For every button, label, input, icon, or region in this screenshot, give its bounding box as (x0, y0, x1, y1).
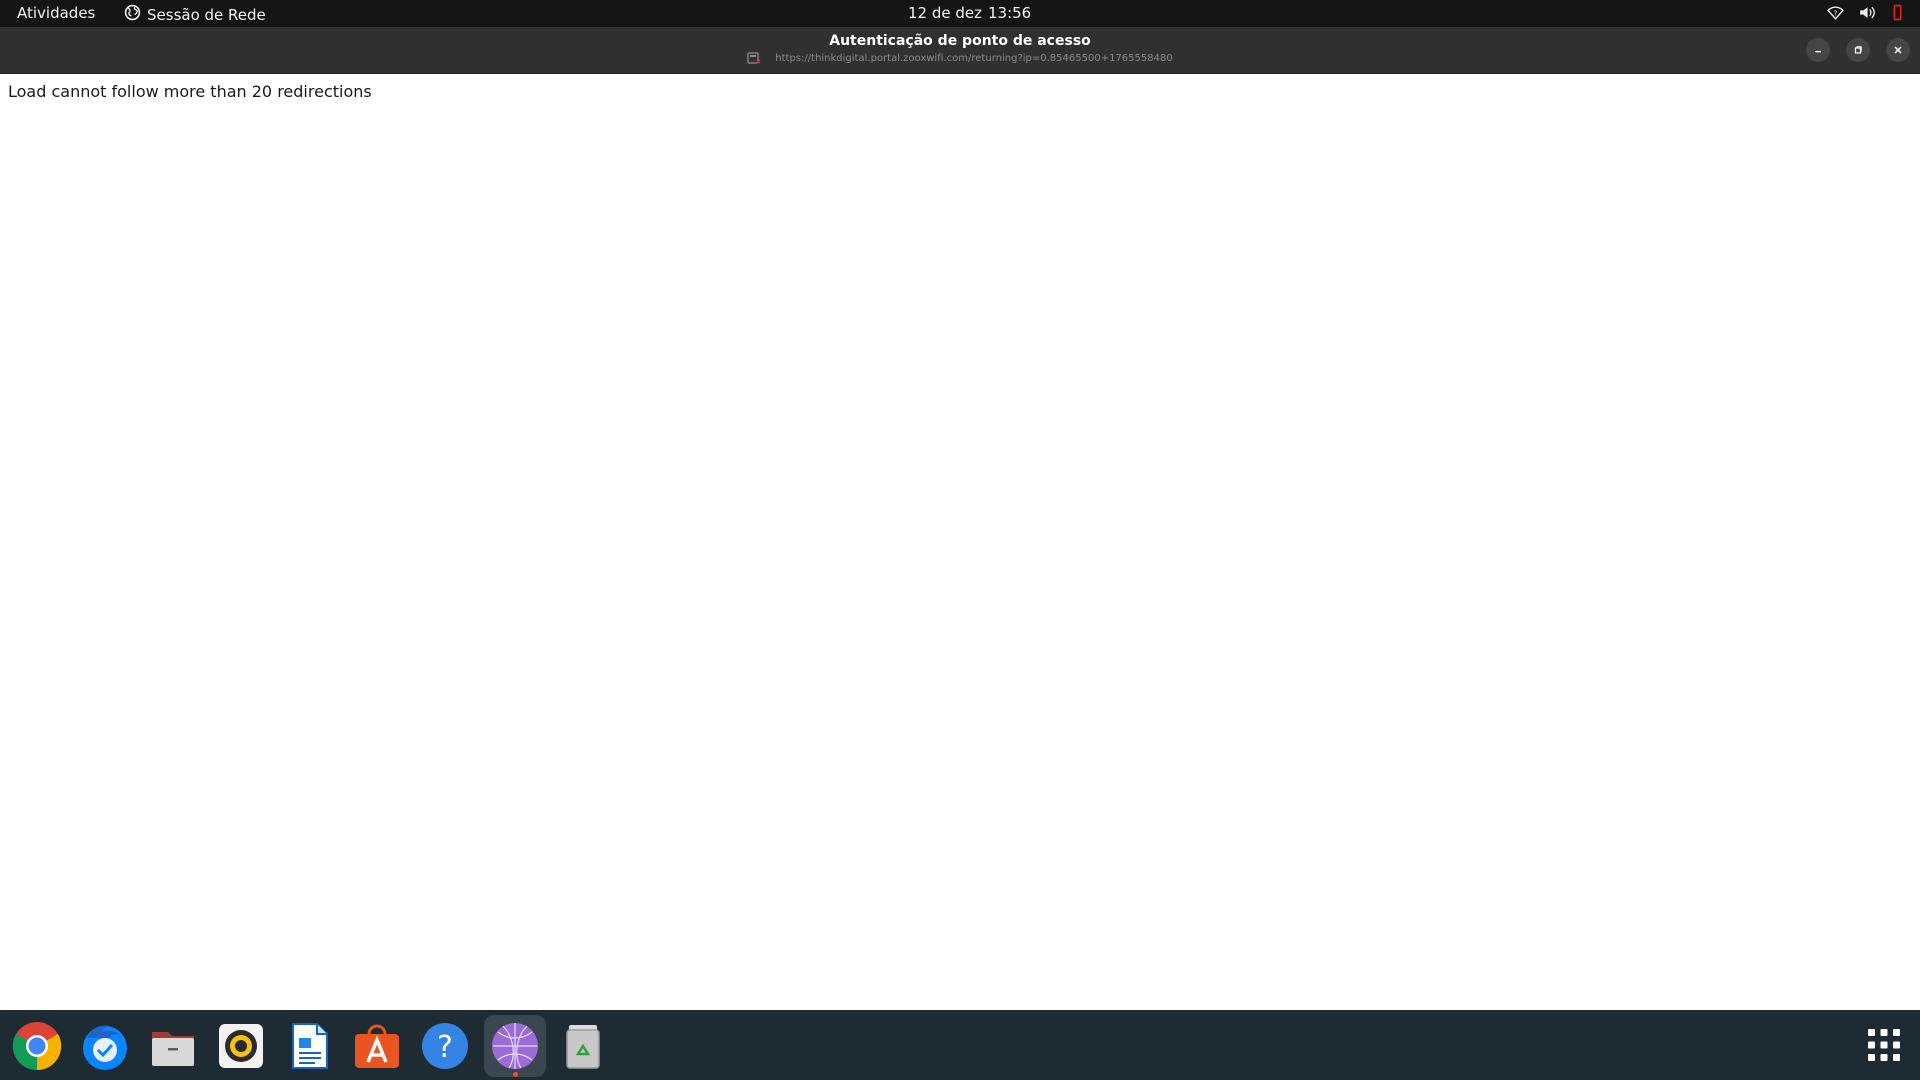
dock-app-trash[interactable] (552, 1015, 614, 1077)
help-icon: ? (419, 1020, 471, 1072)
clock[interactable]: 12 de dez 13:56 (908, 4, 1031, 22)
dock-app-thunderbird[interactable] (74, 1015, 136, 1077)
svg-text:?: ? (437, 1030, 453, 1065)
title-block: Autenticação de ponto de acesso https://… (0, 33, 1920, 65)
window-title: Autenticação de ponto de acesso (829, 33, 1091, 49)
trash-icon (557, 1020, 609, 1072)
top-bar: Atividades Sessão de Rede 12 de dez 13:5… (0, 0, 1920, 27)
app-center-icon (351, 1020, 403, 1072)
window-header-bar[interactable]: Autenticação de ponto de acesso https://… (0, 27, 1920, 74)
dock-app-files[interactable] (142, 1015, 204, 1077)
error-message: Load cannot follow more than 20 redirect… (8, 82, 372, 101)
restore-icon (1853, 45, 1863, 55)
restore-button[interactable] (1846, 38, 1870, 62)
system-tray[interactable]: ? (1827, 4, 1906, 21)
dock: ? (0, 1010, 1920, 1080)
dock-app-app-center[interactable] (346, 1015, 408, 1077)
url-row: https://thinkdigital.portal.zooxwifi.com… (0, 51, 1920, 65)
rhythmbox-icon (215, 1020, 267, 1072)
dock-app-rhythmbox[interactable] (210, 1015, 272, 1077)
network-question-icon[interactable]: ? (1827, 4, 1844, 21)
dock-app-help[interactable]: ? (414, 1015, 476, 1077)
power-icon[interactable] (1889, 4, 1906, 21)
show-applications-button[interactable] (1864, 1025, 1904, 1065)
chrome-icon (11, 1020, 63, 1072)
writer-icon (283, 1020, 335, 1072)
close-button[interactable] (1886, 38, 1910, 62)
window-controls (1806, 38, 1910, 62)
insecure-lock-icon[interactable] (747, 51, 761, 65)
activities-button[interactable]: Atividades (17, 4, 95, 22)
clock-time: 13:56 (988, 4, 1032, 22)
globe-icon (124, 4, 141, 25)
svg-text:?: ? (1834, 9, 1838, 18)
running-indicator (513, 1072, 518, 1077)
page-url: https://thinkdigital.portal.zooxwifi.com… (775, 52, 1173, 64)
files-icon (147, 1020, 199, 1072)
network-session-label: Sessão de Rede (147, 5, 266, 24)
minimize-button[interactable] (1806, 38, 1830, 62)
network-browser-icon (489, 1020, 541, 1072)
dock-app-chrome[interactable] (6, 1015, 68, 1077)
grid-icon (1864, 1025, 1904, 1065)
dock-app-network-browser[interactable] (484, 1015, 546, 1077)
minimize-icon (1813, 45, 1823, 55)
dock-app-writer[interactable] (278, 1015, 340, 1077)
volume-icon[interactable] (1858, 4, 1875, 21)
network-session-menu[interactable]: Sessão de Rede (124, 4, 266, 25)
page-content: Load cannot follow more than 20 redirect… (0, 74, 1920, 1010)
thunderbird-icon (79, 1020, 131, 1072)
clock-date: 12 de dez (908, 4, 982, 22)
close-icon (1893, 45, 1903, 55)
